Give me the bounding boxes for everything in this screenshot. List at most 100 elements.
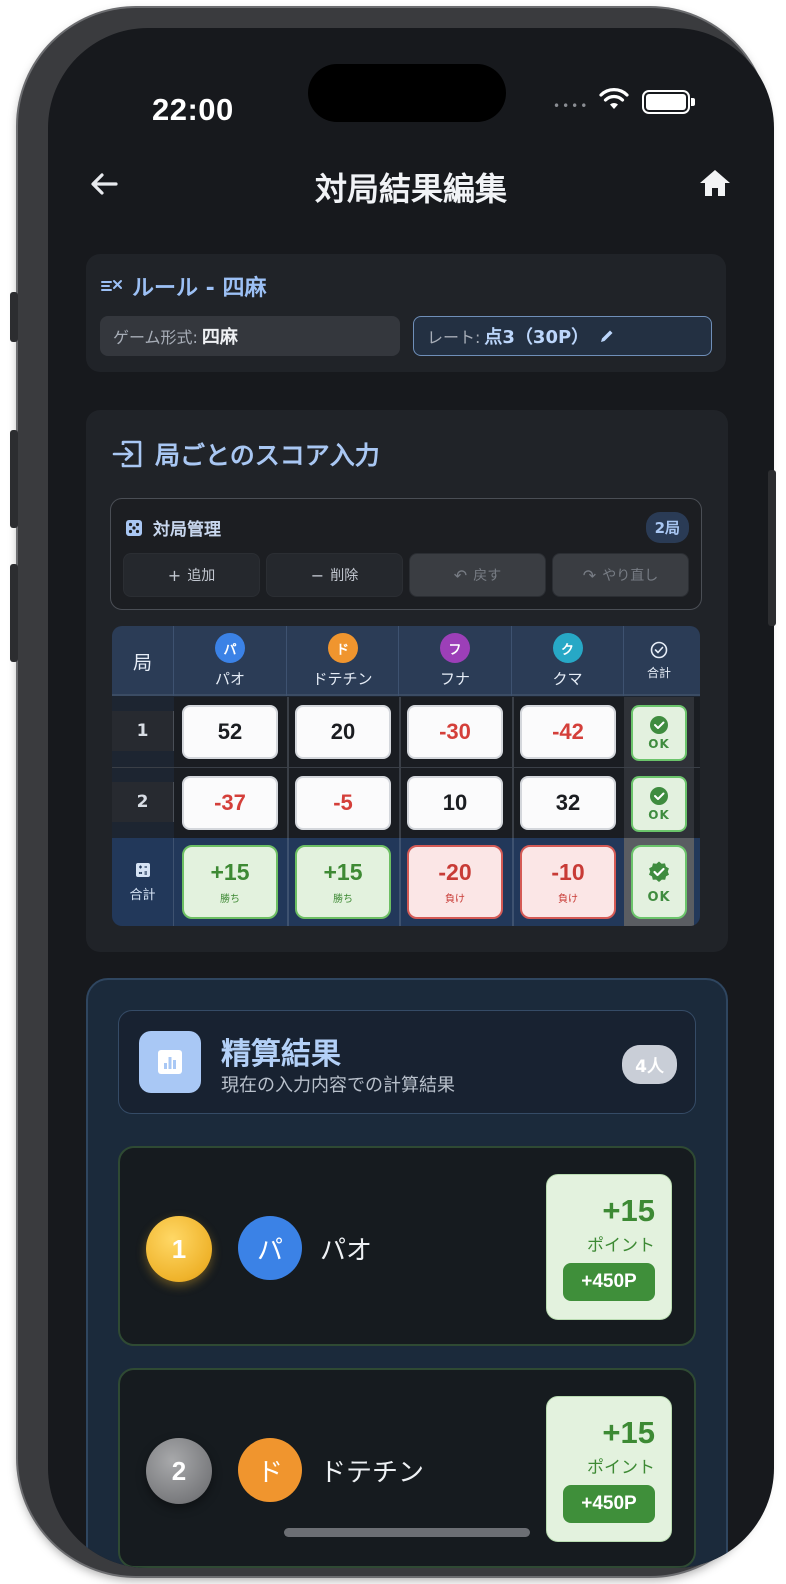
kyoku-header-cell: 局 xyxy=(112,626,174,696)
player-avatar: ド xyxy=(327,633,358,663)
status-bar: 22:00 •••• xyxy=(48,28,774,148)
score-input[interactable]: -37 xyxy=(182,776,278,830)
rule-list-icon xyxy=(101,280,122,291)
totals-label-cell: 合計 xyxy=(112,838,174,926)
game-count-badge: 2局 xyxy=(645,512,689,543)
points-value: +15 xyxy=(602,1415,655,1450)
total-result-text: 負け xyxy=(445,894,465,905)
settlement-subtitle: 現在の入力内容での計算結果 xyxy=(221,1075,455,1096)
player-header-kuma: ク クマ xyxy=(512,626,624,696)
rule-card: ルール - 四麻 ゲーム形式: 四麻 レート: 点3（30P） xyxy=(86,254,726,372)
kyoku-number: 2 xyxy=(112,782,174,822)
total-score-value: +15 xyxy=(210,859,250,885)
phone-frame: 22:00 •••• 対局結果編集 ルール - 四麻 ゲーム形式: 四麻 レート… xyxy=(10,8,776,1576)
points-unit: ポイント xyxy=(587,1458,655,1478)
volume-down-button xyxy=(10,564,18,662)
redo-label: やり直し xyxy=(602,568,659,584)
total-score-badge: -20 負け xyxy=(407,845,503,919)
settlement-player-card: 2 ド ドテチン +15 ポイント +450P xyxy=(118,1368,696,1568)
wifi-icon xyxy=(599,88,629,109)
player-avatar: パ xyxy=(238,1216,302,1280)
row-status-badge: OK xyxy=(631,776,687,832)
rule-header: ルール - 四麻 xyxy=(100,270,266,302)
home-indicator[interactable] xyxy=(284,1528,530,1537)
money-badge: +450P xyxy=(563,1263,655,1301)
undo-button[interactable]: ↶ 戻す xyxy=(409,553,546,597)
volume-up-button xyxy=(10,430,18,528)
delete-game-button[interactable]: − 削除 xyxy=(266,553,403,597)
score-input-title: 局ごとのスコア入力 xyxy=(155,441,380,470)
game-type-field: ゲーム形式: 四麻 xyxy=(100,316,400,356)
total-score-badge: -10 負け xyxy=(520,845,616,919)
game-type-label: ゲーム形式: xyxy=(113,328,198,347)
player-avatar: フ xyxy=(440,633,470,663)
game-management-panel: 対局管理 2局 + 追加 − 削除 ↶ 戻す ↷ やり直し xyxy=(110,498,702,610)
dice-icon xyxy=(126,519,142,536)
rate-field[interactable]: レート: 点3（30P） xyxy=(413,316,712,356)
score-input[interactable]: 32 xyxy=(520,776,616,830)
total-score-value: -20 xyxy=(438,859,472,885)
add-game-button[interactable]: + 追加 xyxy=(123,553,260,597)
login-icon xyxy=(112,440,142,468)
row-status-badge: OK xyxy=(631,705,687,761)
score-input[interactable]: 52 xyxy=(182,705,278,759)
row-status-text: OK xyxy=(648,737,670,751)
points-value: +15 xyxy=(602,1193,655,1228)
game-management-title: 対局管理 xyxy=(153,520,221,540)
player-name: フナ xyxy=(439,670,470,688)
player-name: ドテチン xyxy=(312,670,373,688)
rule-title: ルール - 四麻 xyxy=(132,276,267,301)
dynamic-island xyxy=(308,64,506,122)
screen: 22:00 •••• 対局結果編集 ルール - 四麻 ゲーム形式: 四麻 レート… xyxy=(48,28,774,1568)
table-header: 局 パ パオ ド ドテチン フ フナ ク クマ 合計 xyxy=(112,626,700,696)
settlement-header: 精算結果 現在の入力内容での計算結果 4人 xyxy=(118,1010,696,1114)
player-header-funa: フ フナ xyxy=(399,626,512,696)
player-header-pao: パ パオ xyxy=(174,626,287,696)
points-unit: ポイント xyxy=(587,1236,655,1256)
rate-value: 点3（30P） xyxy=(484,327,590,348)
bar-chart-icon xyxy=(139,1031,201,1093)
totals-label: 合計 xyxy=(129,887,156,903)
power-button xyxy=(768,470,776,626)
score-input-card: 局ごとのスコア入力 対局管理 2局 + 追加 − 削除 ↶ 戻す ↷ やり直し … xyxy=(86,410,728,952)
kyoku-header: 局 xyxy=(132,651,152,674)
total-score-badge: +15 勝ち xyxy=(295,845,391,919)
plus-icon: + xyxy=(167,565,182,585)
totals-row: 合計 +15 勝ち +15 勝ち -20 負け -10 負け OK xyxy=(112,838,700,926)
game-management-header: 対局管理 xyxy=(125,515,221,540)
game-type-value: 四麻 xyxy=(201,327,238,348)
score-input[interactable]: 20 xyxy=(295,705,391,759)
table-row: 2 -37 -5 10 32 OK xyxy=(112,768,700,839)
redo-button[interactable]: ↷ やり直し xyxy=(552,553,689,597)
settlement-title: 精算結果 xyxy=(221,1037,341,1072)
player-count-badge: 4人 xyxy=(622,1045,677,1084)
player-header-dotechin: ド ドテチン xyxy=(287,626,399,696)
score-input[interactable]: -30 xyxy=(407,705,503,759)
player-avatar: ク xyxy=(552,633,583,663)
money-badge: +450P xyxy=(563,1485,655,1523)
player-avatar: パ xyxy=(215,633,245,663)
player-name: パオ xyxy=(320,1236,373,1266)
score-input-header: 局ごとのスコア入力 xyxy=(111,436,380,472)
add-game-label: 追加 xyxy=(187,568,216,584)
points-box: +15 ポイント +450P xyxy=(546,1396,672,1542)
row-status-text: OK xyxy=(648,808,670,822)
total-score-value: +15 xyxy=(323,859,363,885)
rank-medal: 2 xyxy=(146,1438,212,1504)
redo-icon: ↷ xyxy=(582,565,597,585)
pencil-icon[interactable] xyxy=(599,328,615,344)
minus-icon: − xyxy=(310,565,325,585)
player-name: クマ xyxy=(552,670,583,688)
check-circle-outline-icon xyxy=(650,641,668,659)
rate-label: レート: xyxy=(427,328,481,347)
score-input[interactable]: -5 xyxy=(295,776,391,830)
player-name: ドテチン xyxy=(320,1458,425,1488)
settlement-player-card: 1 パ パオ +15 ポイント +450P xyxy=(118,1146,696,1346)
app-bar: 対局結果編集 xyxy=(48,158,774,218)
score-input[interactable]: -42 xyxy=(520,705,616,759)
battery-icon xyxy=(642,90,695,114)
home-icon[interactable] xyxy=(696,164,734,202)
check-circle-icon xyxy=(650,716,668,734)
score-input[interactable]: 10 xyxy=(407,776,503,830)
table-row: 1 52 20 -30 -42 OK xyxy=(112,697,700,768)
